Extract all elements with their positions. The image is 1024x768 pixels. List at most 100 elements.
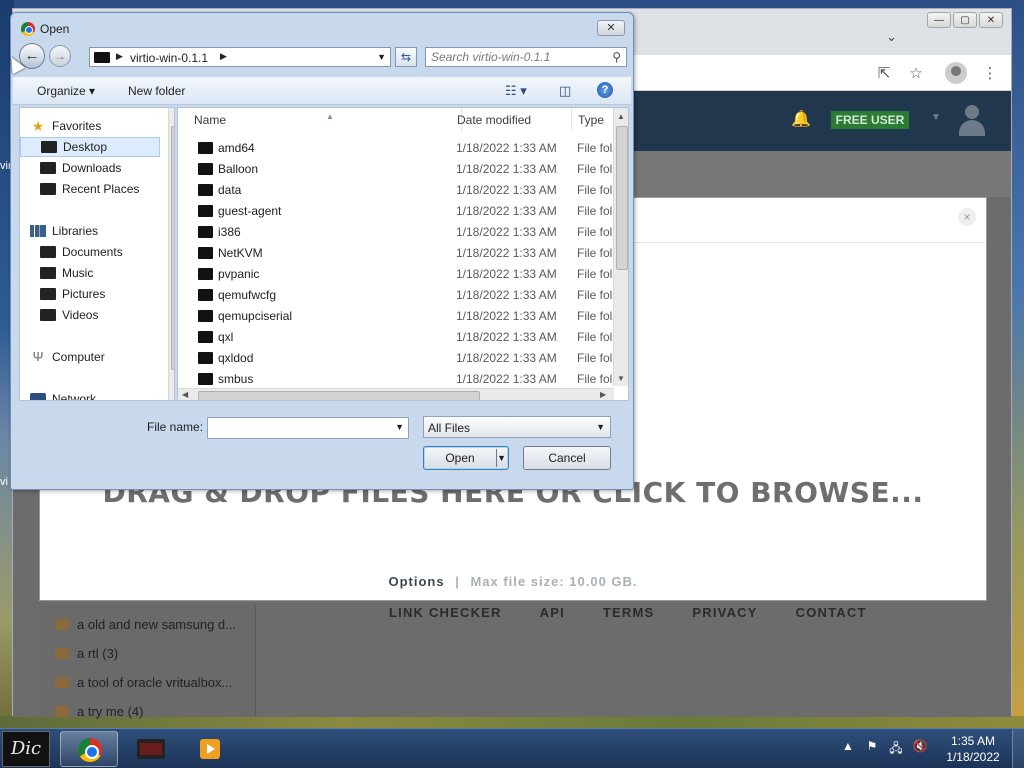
file-row[interactable]: smbus 1/18/2022 1:33 AM File fol [178, 369, 614, 390]
column-header-date[interactable]: Date modified [451, 108, 572, 132]
file-list-vertical-scrollbar[interactable]: ▲ ▼ [613, 108, 628, 386]
scroll-down-icon[interactable]: ▼ [617, 374, 625, 383]
forward-button[interactable]: → [49, 45, 71, 67]
search-icon[interactable]: ⚲ [612, 50, 621, 64]
organize-button[interactable]: Organize ▾ [37, 84, 95, 98]
share-icon[interactable]: ⇱ [875, 64, 893, 82]
nav-pane-scrollbar[interactable] [168, 108, 174, 400]
file-row[interactable]: pvpanic 1/18/2022 1:33 AM File fol [178, 264, 614, 285]
file-row[interactable]: i386 1/18/2022 1:33 AM File fol [178, 222, 614, 243]
nav-downloads[interactable]: Downloads [20, 158, 160, 178]
dialog-close-button[interactable]: ✕ [597, 20, 625, 36]
nav-network[interactable]: Network [20, 389, 160, 400]
browser-menu-icon[interactable]: ⋮ [981, 64, 999, 82]
minimize-button[interactable]: — [927, 12, 951, 28]
nav-desktop[interactable]: Desktop [20, 137, 160, 157]
chevron-down-icon[interactable]: ⌄ [886, 29, 897, 45]
file-list-horizontal-scrollbar[interactable]: ◀ ▶ [178, 388, 614, 400]
file-name-combobox[interactable]: ▼ [207, 417, 409, 439]
breadcrumb-arrow-icon[interactable]: ▶ [220, 51, 227, 62]
help-icon[interactable]: ? [597, 82, 613, 98]
close-window-button[interactable]: ✕ [979, 12, 1003, 28]
account-badge[interactable]: FREE USER [831, 111, 909, 129]
file-name-input[interactable] [212, 421, 388, 436]
scroll-right-icon[interactable]: ▶ [600, 390, 606, 399]
folder-list-item[interactable]: a old and new samsung d... [55, 617, 236, 632]
open-options-dropdown-icon[interactable]: ▼ [497, 447, 506, 469]
scrollbar-thumb[interactable] [198, 391, 480, 400]
taskbar-explorer[interactable] [122, 731, 180, 767]
nav-item-label: Favorites [52, 119, 102, 133]
action-center-flag-icon[interactable]: ⚑ [864, 739, 880, 760]
bell-icon[interactable]: 🔔 [791, 109, 811, 129]
refresh-button[interactable]: ⇆ [395, 47, 417, 67]
show-desktop-button[interactable] [1012, 729, 1024, 768]
scrollbar-thumb[interactable] [171, 126, 174, 370]
nav-music[interactable]: Music [20, 263, 160, 283]
folder-list-item[interactable]: a try me (4) [55, 704, 143, 719]
system-tray: ▲ ⚑ 🖧 🔇 [840, 739, 928, 760]
nav-pictures[interactable]: Pictures [20, 284, 160, 304]
file-row[interactable]: qemupciserial 1/18/2022 1:33 AM File fol [178, 306, 614, 327]
nav-link-contact[interactable]: CONTACT [796, 605, 867, 620]
breadcrumb-item[interactable]: virtio-win-0.1.1 [130, 51, 208, 65]
options-link[interactable]: Options [388, 574, 444, 589]
file-row[interactable]: NetKVM 1/18/2022 1:33 AM File fol [178, 243, 614, 264]
view-options-icon[interactable]: ☷ ▾ [505, 83, 527, 99]
folder-list-item[interactable]: a tool of oracle vritualbox... [55, 675, 232, 690]
folder-icon [198, 310, 213, 322]
column-header-name[interactable]: ▲ Name [188, 108, 462, 132]
file-row[interactable]: qemufwcfg 1/18/2022 1:33 AM File fol [178, 285, 614, 306]
file-type: File fol [577, 246, 613, 260]
nav-libraries[interactable]: Libraries [20, 221, 160, 241]
show-hidden-icons-icon[interactable]: ▲ [840, 739, 856, 760]
preview-pane-icon[interactable]: ◫ [559, 83, 571, 99]
nav-documents[interactable]: Documents [20, 242, 160, 262]
scrollbar-thumb[interactable] [616, 126, 628, 270]
file-row[interactable]: qxldod 1/18/2022 1:33 AM File fol [178, 348, 614, 369]
address-dropdown-icon[interactable]: ▼ [377, 52, 386, 62]
nav-item-label: Music [62, 266, 94, 280]
nav-link-link-checker[interactable]: LINK CHECKER [389, 605, 502, 620]
dropdown-arrow-icon[interactable]: ▼ [395, 422, 404, 432]
scroll-left-icon[interactable]: ◀ [182, 390, 188, 399]
file-row[interactable]: qxl 1/18/2022 1:33 AM File fol [178, 327, 614, 348]
cancel-button[interactable]: Cancel [523, 446, 611, 470]
address-bar[interactable]: ▶ virtio-win-0.1.1 ▶ ▼ [89, 47, 391, 67]
file-row[interactable]: data 1/18/2022 1:33 AM File fol [178, 180, 614, 201]
nav-link-terms[interactable]: TERMS [603, 605, 655, 620]
file-row[interactable]: amd64 1/18/2022 1:33 AM File fol [178, 138, 614, 159]
search-input[interactable] [431, 50, 599, 64]
maximize-button[interactable]: ▢ [953, 12, 977, 28]
taskbar-chrome[interactable] [60, 731, 118, 767]
system-clock[interactable]: 1:35 AM 1/18/2022 [940, 733, 1006, 765]
new-folder-button[interactable]: New folder [128, 84, 185, 98]
bookmark-star-icon[interactable]: ☆ [907, 64, 925, 82]
column-header-type[interactable]: Type [572, 108, 616, 132]
column-header-label: Name [194, 113, 227, 127]
nav-videos[interactable]: Videos [20, 305, 160, 325]
taskbar-media-player[interactable] [192, 731, 228, 767]
file-type-filter[interactable]: All Files ▼ [423, 416, 611, 438]
open-button[interactable]: Open ▼ [423, 446, 509, 470]
start-button[interactable]: Dic [2, 731, 50, 767]
file-row[interactable]: guest-agent 1/18/2022 1:33 AM File fol [178, 201, 614, 222]
scroll-up-icon[interactable]: ▲ [617, 112, 625, 121]
folder-list-item[interactable]: a rtl (3) [55, 646, 118, 661]
nav-link-privacy[interactable]: PRIVACY [692, 605, 757, 620]
network-status-icon[interactable]: 🖧 [888, 739, 904, 760]
nav-link-api[interactable]: API [540, 605, 565, 620]
breadcrumb-arrow-icon[interactable]: ▶ [116, 51, 123, 62]
dropdown-arrow-icon[interactable]: ▼ [596, 422, 605, 432]
volume-icon[interactable]: 🔇 [912, 739, 928, 760]
desktop-icon [41, 141, 57, 153]
user-avatar-icon[interactable] [957, 105, 987, 139]
modal-close-button[interactable]: × [958, 208, 976, 226]
nav-recent-places[interactable]: Recent Places [20, 179, 160, 199]
nav-favorites[interactable]: ★ Favorites [20, 116, 160, 136]
file-row[interactable]: Balloon 1/18/2022 1:33 AM File fol [178, 159, 614, 180]
profile-avatar-icon[interactable] [945, 62, 967, 84]
nav-computer[interactable]: Ψ Computer [20, 347, 160, 367]
caret-down-icon[interactable]: ▼ [931, 112, 941, 123]
search-box[interactable]: ⚲ [425, 47, 627, 67]
